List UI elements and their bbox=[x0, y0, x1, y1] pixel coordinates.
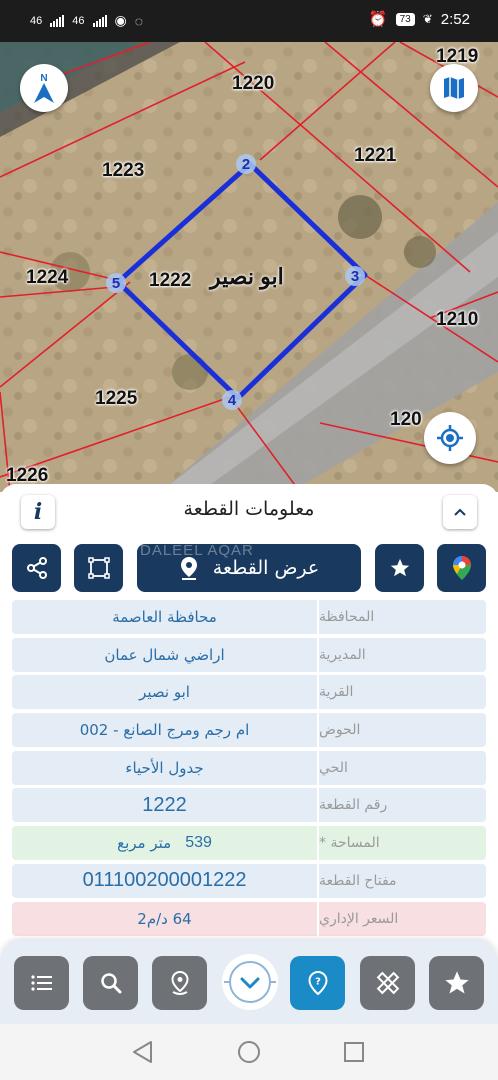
table-row: 539 متر مربع المساحة * bbox=[12, 826, 486, 861]
map-layers-button[interactable] bbox=[430, 64, 478, 112]
table-row: 011100200001222 مفتاح القطعة bbox=[12, 863, 486, 898]
sim1-label: 46 bbox=[30, 14, 43, 27]
question-pin-icon: ? bbox=[307, 970, 328, 996]
map-view[interactable]: 1219 1220 1221 1223 1224 1222 1210 1225 … bbox=[0, 42, 498, 492]
parcel-label: 1210 bbox=[436, 309, 479, 330]
area-number: 539 bbox=[185, 834, 212, 852]
table-row: جدول الأحياء الحي bbox=[12, 750, 486, 785]
area-unit: متر مربع bbox=[117, 834, 172, 853]
search-icon bbox=[100, 973, 121, 994]
system-navigation-bar bbox=[0, 1024, 498, 1080]
search-button[interactable] bbox=[83, 956, 138, 1010]
status-bar: 46 46 ◉ ◌ ⏰ 73 ❦ 2:52 bbox=[0, 0, 498, 42]
eye-icon: ◉ bbox=[114, 12, 127, 28]
list-icon bbox=[30, 975, 52, 991]
share-button[interactable] bbox=[12, 544, 61, 592]
admin-price-label: السعر الإداري bbox=[319, 901, 486, 936]
parcel-label: 1220 bbox=[232, 73, 275, 94]
bottom-toolbar: ? bbox=[0, 940, 498, 1024]
parcel-label: 1221 bbox=[354, 145, 397, 166]
village-value: ابو نصير bbox=[12, 675, 317, 710]
admin-price-value: 64 د/م2 bbox=[12, 901, 317, 936]
my-location-button[interactable] bbox=[424, 412, 476, 464]
vertex-label: 4 bbox=[222, 390, 242, 410]
share-icon bbox=[26, 557, 47, 579]
crosshair-icon bbox=[437, 425, 463, 451]
sim2-label: 46 bbox=[72, 14, 85, 27]
polygon-shape-icon bbox=[87, 557, 110, 579]
clock-time: 2:52 bbox=[440, 10, 470, 28]
star-icon bbox=[390, 558, 409, 577]
parcel-details-table: محافظة العاصمة المحافظة اراضي شمال عمان … bbox=[12, 600, 486, 939]
vertex-label: 5 bbox=[106, 273, 126, 293]
governorate-label: المحافظة bbox=[319, 600, 486, 634]
parcel-label: 1222 bbox=[149, 270, 192, 291]
google-maps-button[interactable] bbox=[437, 544, 486, 592]
directorate-value: اراضي شمال عمان bbox=[12, 637, 317, 672]
table-row: محافظة العاصمة المحافظة bbox=[12, 600, 486, 634]
vertex-label: 2 bbox=[236, 154, 256, 174]
basin-label: الحوض bbox=[319, 713, 486, 748]
village-field-label: القرية bbox=[319, 675, 486, 710]
expand-toggle-button[interactable] bbox=[222, 954, 278, 1010]
area-value: 539 متر مربع bbox=[12, 826, 317, 861]
chevron-down-circle-icon bbox=[224, 961, 276, 1003]
table-row: ابو نصير القرية bbox=[12, 675, 486, 710]
map-fold-icon bbox=[444, 77, 464, 99]
area-label: المساحة * bbox=[319, 826, 486, 861]
signal-icon bbox=[92, 14, 107, 27]
parcel-shape-button[interactable] bbox=[74, 544, 123, 592]
parcel-label: 1223 bbox=[102, 160, 145, 181]
show-parcel-button[interactable]: عرض القطعة bbox=[137, 544, 361, 592]
table-row: 1222 رقم القطعة bbox=[12, 788, 486, 823]
favorites-nav-button[interactable] bbox=[429, 956, 484, 1010]
parcel-label: 1225 bbox=[95, 388, 138, 409]
neighborhood-value: جدول الأحياء bbox=[12, 750, 317, 785]
vertex-label: 3 bbox=[345, 266, 365, 286]
recents-icon[interactable] bbox=[344, 1042, 364, 1062]
parcel-info-panel: i معلومات القطعة عرض القطعة DALEEL AQAR … bbox=[0, 484, 498, 940]
collapse-button[interactable] bbox=[443, 495, 477, 529]
map-marker-icon bbox=[170, 970, 189, 995]
location-pin-icon bbox=[180, 557, 197, 580]
parcel-pin-button[interactable]: ? bbox=[290, 956, 345, 1010]
measure-tools-button[interactable] bbox=[360, 956, 415, 1010]
ruler-pencil-icon bbox=[376, 971, 399, 995]
table-row: اراضي شمال عمان المديرية bbox=[12, 637, 486, 672]
battery-icon: 73 bbox=[395, 12, 415, 26]
table-row: ام رجم ومرج الصانع - 002 الحوض bbox=[12, 713, 486, 748]
panel-title: معلومات القطعة bbox=[183, 498, 315, 520]
village-label: ابو نصير bbox=[210, 264, 284, 289]
signal-icon bbox=[50, 14, 65, 27]
parcel-number-label: رقم القطعة bbox=[319, 788, 486, 823]
parcel-key-value: 011100200001222 bbox=[12, 863, 317, 898]
parcel-number-value: 1222 bbox=[12, 788, 317, 823]
basin-value: ام رجم ومرج الصانع - 002 bbox=[12, 713, 317, 748]
location-marker-button[interactable] bbox=[152, 956, 207, 1010]
whatsapp-icon: ◌ bbox=[134, 12, 144, 29]
north-arrow-icon: N bbox=[34, 73, 54, 103]
chevron-up-icon bbox=[454, 508, 466, 516]
back-icon[interactable] bbox=[133, 1041, 152, 1063]
parcel-label: 120 bbox=[390, 409, 422, 430]
table-row: 64 د/م2 السعر الإداري bbox=[12, 901, 486, 936]
parcel-label: 1224 bbox=[26, 267, 69, 288]
svg-text:?: ? bbox=[315, 977, 321, 988]
home-icon[interactable] bbox=[238, 1041, 260, 1063]
alarm-icon: ⏰ bbox=[368, 11, 388, 28]
system-nav-icons bbox=[133, 1041, 364, 1063]
directorate-label: المديرية bbox=[319, 637, 486, 672]
parcel-key-label: مفتاح القطعة bbox=[319, 863, 486, 898]
leaf-icon: ❦ bbox=[422, 12, 433, 26]
menu-list-button[interactable] bbox=[14, 956, 69, 1010]
star-icon bbox=[444, 971, 469, 994]
north-compass-button[interactable]: N bbox=[20, 64, 68, 112]
neighborhood-label: الحي bbox=[319, 750, 486, 785]
google-maps-pin-icon bbox=[452, 556, 471, 580]
governorate-value: محافظة العاصمة bbox=[12, 600, 317, 634]
svg-text:N: N bbox=[40, 73, 47, 84]
show-parcel-label: عرض القطعة bbox=[212, 557, 320, 579]
favorite-button[interactable] bbox=[375, 544, 424, 592]
